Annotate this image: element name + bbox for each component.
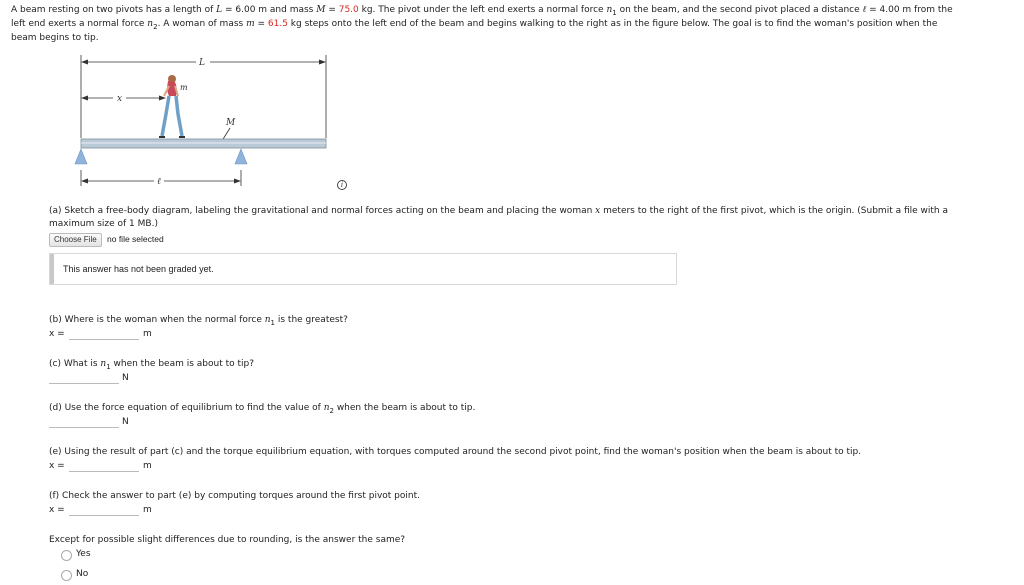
arrowhead (234, 178, 241, 184)
part-d-unit: N (122, 417, 129, 427)
text: = 4.00 m from the (866, 5, 953, 15)
problem-line-3: beam begins to tip. (11, 33, 99, 43)
part-b-x-label: x = (49, 329, 65, 339)
text: kg steps onto the left end of the beam a… (287, 19, 938, 29)
text: = (325, 5, 339, 15)
file-status: no file selected (107, 234, 164, 244)
left-pivot (74, 148, 88, 165)
part-f-answer-input[interactable] (69, 505, 139, 516)
label-M: M (225, 118, 236, 128)
text: left end exerts a normal force (11, 19, 148, 29)
text: . A woman of mass (157, 19, 247, 29)
part-d-answer-input[interactable] (49, 417, 119, 428)
part-b-question: (b) Where is the woman when the normal f… (49, 314, 348, 330)
arrowhead (319, 59, 326, 65)
choose-file-button[interactable]: Choose File (49, 233, 102, 247)
grading-status-box: This answer has not been graded yet. (49, 253, 677, 285)
right-pivot (234, 148, 248, 165)
part-c-question: (c) What is n1 when the beam is about to… (49, 358, 254, 374)
text: on the beam, and the second pivot placed… (616, 5, 863, 15)
arrowhead (81, 95, 88, 101)
info-icon[interactable]: i (337, 180, 347, 190)
radio-no-label: No (76, 569, 89, 579)
part-a-question-line-2: maximum size of 1 MB.) (49, 219, 158, 229)
part-c-unit: N (122, 373, 129, 383)
part-c-answer-input[interactable] (49, 373, 119, 384)
text: meters to the right of the first pivot, … (600, 206, 948, 216)
status-bar (50, 254, 54, 284)
part-b-answer-input[interactable] (69, 329, 139, 340)
text: when the beam is about to tip? (110, 359, 255, 369)
text: (c) What is (49, 359, 101, 369)
label-m: m (180, 83, 188, 92)
radio-yes[interactable] (61, 550, 72, 561)
problem-line-2: left end exerts a normal force n2. A wom… (11, 18, 937, 34)
label-L: L (198, 58, 205, 68)
text: = (254, 19, 268, 29)
part-b-unit: m (143, 329, 152, 339)
text: kg. The pivot under the left end exerts … (358, 5, 607, 15)
text: (b) Where is the woman when the normal f… (49, 315, 265, 325)
part-g-question: Except for possible slight differences d… (49, 535, 406, 545)
part-e-question: (e) Using the result of part (c) and the… (49, 447, 862, 457)
beam-figure: L x m M ℓ (74, 55, 327, 187)
part-e-x-label: x = (49, 461, 65, 471)
part-e-unit: m (143, 461, 152, 471)
text: (d) Use the force equation of equilibriu… (49, 403, 324, 413)
woman-mass-value: 61.5 (267, 19, 288, 29)
part-a-question-line-1: (a) Sketch a free-body diagram, labeling… (49, 205, 948, 218)
radio-no[interactable] (61, 570, 72, 581)
arrowhead (81, 178, 88, 184)
part-f-x-label: x = (49, 505, 65, 515)
part-e-answer-input[interactable] (69, 461, 139, 472)
beam-mass-value: 75.0 (338, 5, 359, 15)
text: is the greatest? (275, 315, 348, 325)
text: A beam resting on two pivots has a lengt… (11, 5, 217, 15)
part-d-question: (d) Use the force equation of equilibriu… (49, 402, 475, 418)
text: = 6.00 m and mass (222, 5, 317, 15)
grading-status-text: This answer has not been graded yet. (63, 264, 214, 274)
arrowhead (81, 59, 88, 65)
part-f-unit: m (143, 505, 152, 515)
radio-yes-label: Yes (76, 549, 91, 559)
symbol-m: m (246, 19, 255, 29)
label-x: x (117, 94, 122, 104)
label-ell: ℓ (157, 177, 161, 187)
text: (a) Sketch a free-body diagram, labeling… (49, 206, 596, 216)
part-f-question: (f) Check the answer to part (e) by comp… (49, 491, 420, 501)
text: when the beam is about to tip. (333, 403, 476, 413)
